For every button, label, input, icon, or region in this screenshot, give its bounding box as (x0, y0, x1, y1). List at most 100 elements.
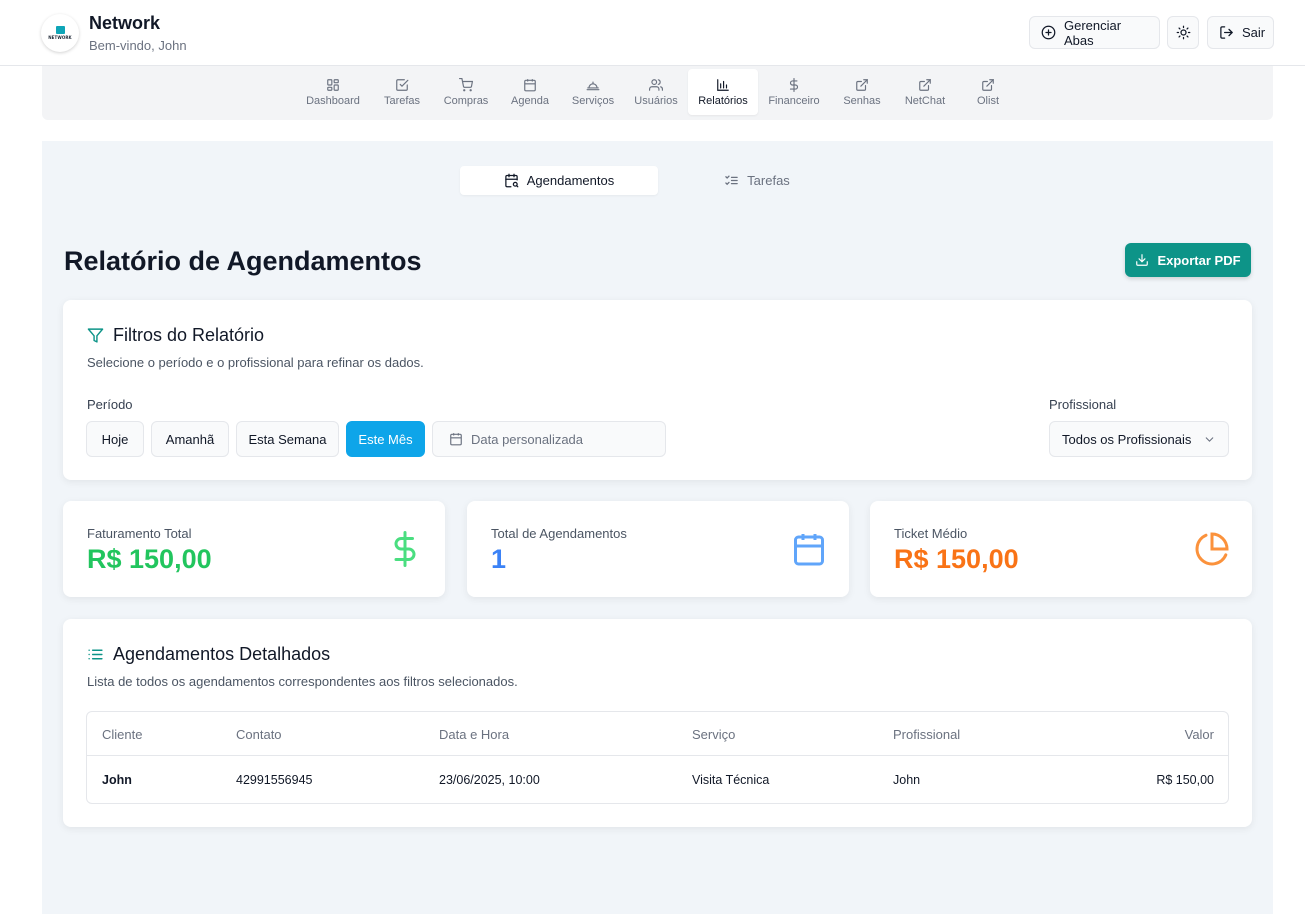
tab-label: Agendamentos (526, 173, 615, 188)
period-week-button[interactable]: Esta Semana (236, 421, 339, 457)
filters-title: Filtros do Relatório (87, 325, 264, 346)
table-header: Cliente Contato Data e Hora Serviço Prof… (87, 712, 1228, 756)
period-month-button[interactable]: Este Mês (346, 421, 425, 457)
nav-item-usuarios[interactable]: Usuários (628, 69, 684, 115)
professional-cell: John (893, 773, 921, 787)
bar-chart-icon (717, 78, 729, 91)
dollar-icon (394, 531, 416, 567)
column-header: Profissional (893, 727, 961, 742)
nav-label: Serviços (571, 94, 615, 107)
bell-service-icon (586, 81, 600, 90)
period-today-button[interactable]: Hoje (86, 421, 144, 457)
sun-icon (1176, 25, 1190, 40)
ticket-label: Ticket Médio (894, 526, 968, 541)
calendar-icon (524, 78, 536, 91)
plus-circle-icon (1041, 25, 1056, 40)
appointments-table: Cliente Contato Data e Hora Serviço Prof… (86, 711, 1229, 804)
details-title-text: Agendamentos Detalhados (113, 644, 331, 664)
nav-label: Agenda (511, 94, 549, 107)
average-ticket-card: Ticket Médio R$ 150,00 (870, 501, 1252, 597)
nav-label: Senhas (843, 94, 881, 107)
column-header: Cliente (102, 727, 143, 742)
logout-icon (1220, 26, 1233, 39)
total-value: 1 (491, 544, 507, 574)
revenue-card: Faturamento Total R$ 150,00 (63, 501, 445, 597)
calendar-icon (450, 433, 462, 446)
tab-label: Tarefas (747, 173, 790, 188)
client-cell: John (102, 773, 132, 787)
export-pdf-button[interactable]: Exportar PDF (1125, 243, 1251, 277)
period-tomorrow-button[interactable]: Amanhã (151, 421, 229, 457)
users-icon (649, 78, 663, 91)
nav-item-netchat[interactable]: NetChat (896, 69, 954, 115)
nav-item-financeiro[interactable]: Financeiro (764, 69, 824, 115)
filter-icon (87, 328, 104, 343)
nav-item-senhas[interactable]: Senhas (834, 69, 890, 115)
nav-label: Dashboard (306, 94, 360, 107)
pie-chart-icon (1195, 532, 1229, 566)
calendar-icon (794, 534, 824, 566)
nav-label: Compras (443, 94, 489, 107)
welcome-text: Bem-vindo, John (89, 38, 187, 53)
brand: Network Bem-vindo, John (89, 13, 187, 53)
nav-item-compras[interactable]: Compras (436, 69, 496, 115)
page-title: Relatório de Agendamentos (64, 246, 422, 276)
professional-select[interactable]: Todos os Profissionais (1049, 421, 1229, 457)
logout-label: Sair (1242, 25, 1266, 40)
manage-tabs-button[interactable]: Gerenciar Abas (1029, 16, 1160, 49)
value-cell: R$ 150,00 (1156, 773, 1214, 787)
nav-item-olist[interactable]: Olist (962, 69, 1014, 115)
column-header: Data e Hora (439, 727, 510, 742)
column-header: Contato (236, 727, 282, 742)
details-title: Agendamentos Detalhados (87, 644, 330, 665)
logo-mark-icon (55, 26, 65, 34)
revenue-label: Faturamento Total (87, 526, 192, 541)
professional-label: Profissional (1049, 397, 1117, 412)
cart-icon (459, 77, 473, 91)
nav-item-relatorios[interactable]: Relatórios (688, 69, 758, 115)
total-label: Total de Agendamentos (491, 526, 627, 541)
external-link-icon (856, 78, 868, 91)
tab-tarefas[interactable]: Tarefas (658, 166, 856, 195)
list-icon (88, 649, 103, 660)
app-header: NETWORK Network Bem-vindo, John Gerencia… (0, 0, 1305, 66)
external-link-icon (919, 78, 931, 91)
custom-date-input[interactable]: Data personalizada (432, 421, 666, 457)
appointments-total-card: Total de Agendamentos 1 (467, 501, 849, 597)
theme-toggle-button[interactable] (1167, 16, 1199, 49)
nav-item-dashboard[interactable]: Dashboard (300, 69, 366, 115)
details-description: Lista de todos os agendamentos correspon… (87, 674, 518, 689)
tab-agendamentos[interactable]: Agendamentos (460, 166, 658, 195)
column-header: Valor (1184, 727, 1214, 742)
list-checks-icon (725, 175, 738, 186)
professional-selected: Todos os Profissionais (1062, 431, 1192, 447)
filters-title-text: Filtros do Relatório (113, 325, 265, 345)
column-header: Serviço (692, 727, 736, 742)
period-label: Período (87, 397, 133, 412)
nav-item-tarefas[interactable]: Tarefas (374, 69, 430, 115)
nav-label: Usuários (634, 94, 678, 107)
contact-cell: 42991556945 (236, 773, 313, 787)
dollar-icon (789, 77, 799, 92)
filters-description: Selecione o período e o profissional par… (87, 355, 424, 370)
checkbox-icon (396, 78, 409, 91)
service-cell: Visita Técnica (692, 773, 770, 787)
app-title: Network (89, 13, 161, 33)
nav-item-agenda[interactable]: Agenda (502, 69, 558, 115)
main-nav: Dashboard Tarefas Compras Agenda Serviço… (42, 66, 1273, 120)
export-label: Exportar PDF (1157, 252, 1241, 268)
nav-label: Relatórios (698, 94, 748, 107)
nav-label: Tarefas (383, 94, 421, 107)
download-icon (1136, 254, 1149, 266)
logout-button[interactable]: Sair (1207, 16, 1274, 49)
custom-date-placeholder: Data personalizada (471, 431, 584, 447)
nav-label: NetChat (904, 94, 946, 107)
network-logo: NETWORK (41, 14, 79, 52)
calendar-search-icon (505, 173, 519, 188)
nav-label: Financeiro (768, 94, 820, 107)
dashboard-icon (327, 78, 339, 91)
nav-item-servicos[interactable]: Serviços (564, 69, 622, 115)
datetime-cell: 23/06/2025, 10:00 (439, 773, 540, 787)
manage-tabs-label: Gerenciar Abas (1064, 17, 1122, 48)
main-content: Agendamentos Tarefas Relatório de Agenda… (42, 141, 1273, 914)
